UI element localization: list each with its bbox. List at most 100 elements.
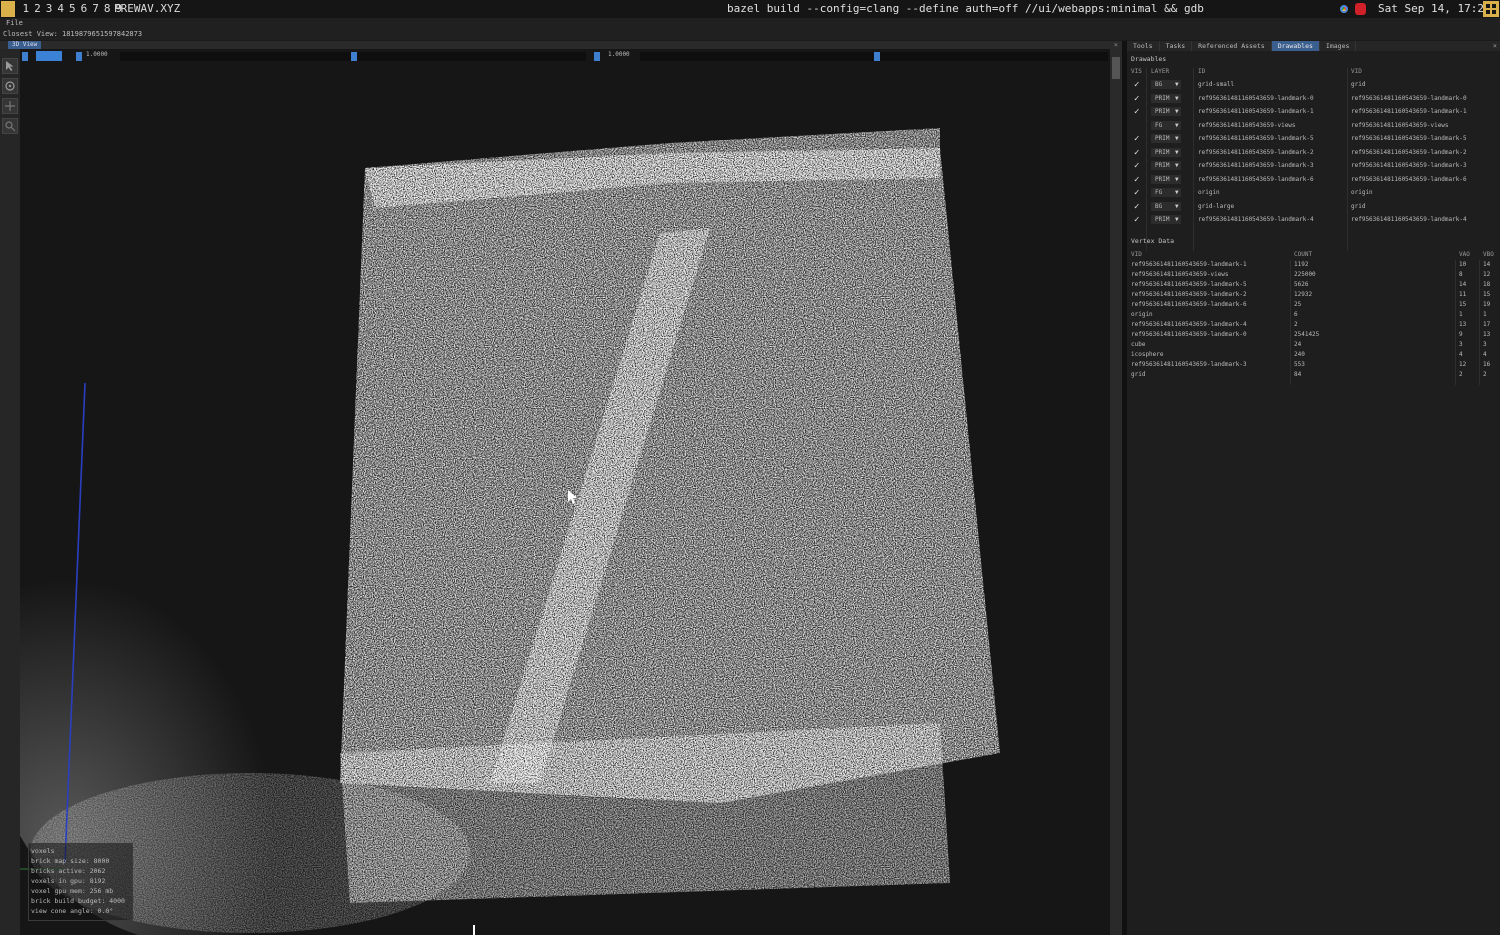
visibility-check-icon[interactable]: ✓: [1134, 188, 1139, 198]
drawable-vid: ref956361481160543659-landmark-6: [1351, 175, 1467, 183]
slider-a-handle[interactable]: [351, 52, 357, 61]
visibility-check-icon[interactable]: ✓: [1134, 94, 1139, 104]
workspace-6[interactable]: 6: [78, 1, 90, 17]
drawable-row[interactable]: ✓ PRIM ▼ ref956361481160543659-landmark-5 re…: [1129, 132, 1498, 146]
chevron-down-icon[interactable]: ▼: [1175, 134, 1179, 143]
drawable-row[interactable]: ✓ PRIM ▼ ref956361481160543659-landmark-4 re…: [1129, 213, 1498, 227]
vertex-vbo: 3: [1483, 341, 1487, 348]
orbit-tool-icon[interactable]: [2, 78, 18, 94]
menu-file[interactable]: File: [6, 18, 23, 29]
tool-strip: [0, 49, 20, 935]
drawable-row[interactable]: ✓ PRIM ▼ ref956361481160543659-landmark-3 re…: [1129, 159, 1498, 173]
3d-viewport[interactable]: [20, 63, 1110, 935]
vertex-vid: origin: [1131, 311, 1153, 318]
drawable-row[interactable]: ✓ PRIM ▼ ref956361481160543659-landmark-6 re…: [1129, 173, 1498, 187]
drawable-vid: grid: [1351, 81, 1366, 88]
chevron-down-icon[interactable]: ▼: [1175, 175, 1179, 184]
vertex-data-title: Vertex Data: [1131, 237, 1175, 245]
vertex-vao: 4: [1459, 351, 1463, 358]
visibility-check-icon[interactable]: ✓: [1134, 175, 1139, 185]
visibility-check-icon[interactable]: ✓: [1134, 161, 1139, 171]
col-id: ID: [1198, 68, 1206, 75]
select-tool-icon[interactable]: [2, 58, 18, 74]
tab-tools[interactable]: Tools: [1127, 41, 1160, 51]
workspace-2[interactable]: 2: [32, 1, 44, 17]
tab-3d-view[interactable]: 3D View: [8, 41, 42, 49]
col-vid: VID: [1351, 68, 1362, 75]
zoom-tool-icon[interactable]: [2, 118, 18, 134]
vertex-count: 12932: [1294, 291, 1313, 298]
tab-drawables[interactable]: Drawables: [1271, 41, 1320, 51]
chevron-down-icon[interactable]: ▼: [1175, 188, 1179, 197]
pan-tool-icon[interactable]: [2, 98, 18, 114]
drawable-row[interactable]: ✓ PRIM ▼ ref956361481160543659-landmark-2 re…: [1129, 146, 1498, 160]
vertex-vbo: 15: [1483, 291, 1491, 298]
status-line: Closest View: 1819879651597842873: [0, 29, 1500, 40]
mode-handle[interactable]: [22, 52, 28, 61]
visibility-check-icon[interactable]: ✓: [1134, 148, 1139, 158]
view-close-button[interactable]: ×: [1114, 41, 1118, 49]
drawable-vid: ref956361481160543659-landmark-5: [1351, 135, 1467, 142]
chevron-down-icon[interactable]: ▼: [1175, 80, 1179, 89]
visibility-check-icon[interactable]: ✓: [1134, 80, 1139, 90]
vertex-count: 2: [1294, 321, 1298, 328]
menu-icon[interactable]: [1, 1, 15, 17]
tab-images[interactable]: Images: [1320, 41, 1357, 51]
drawable-row[interactable]: ✓ FG ▼ origin origin: [1129, 186, 1498, 200]
vertex-row: icosphere 240 4 4: [1129, 350, 1498, 360]
vertex-vao: 12: [1459, 361, 1467, 368]
vertex-row: ref956361481160543659-views 225000 8 12: [1129, 270, 1498, 280]
slider-b-handle[interactable]: [874, 52, 880, 61]
view-mode-button[interactable]: [36, 51, 62, 61]
drawable-id: ref956361481160543659-landmark-6: [1198, 175, 1314, 183]
view-scroll-thumb[interactable]: [1112, 57, 1120, 79]
vertex-count: 2541425: [1294, 331, 1320, 338]
workspace-7[interactable]: 7: [90, 1, 102, 17]
chevron-down-icon[interactable]: ▼: [1175, 148, 1179, 157]
vertex-vid: ref956361481160543659-landmark-2: [1131, 291, 1247, 298]
drawable-vid: ref956361481160543659-landmark-1: [1351, 108, 1467, 115]
drawable-row[interactable]: ✓ BG ▼ grid-small grid: [1129, 78, 1498, 92]
drawable-row[interactable]: FG ▼ ref956361481160543659-views ref9563614…: [1129, 119, 1498, 133]
structure-right-face: [670, 148, 1000, 803]
inspector-close-button[interactable]: ×: [1493, 41, 1497, 51]
vertex-vbo: 19: [1483, 301, 1491, 308]
visibility-check-icon[interactable]: ✓: [1134, 134, 1139, 144]
workspace-5[interactable]: 5: [67, 1, 79, 17]
visibility-check-icon[interactable]: ✓: [1134, 107, 1139, 117]
slider-b-start-handle[interactable]: [594, 52, 600, 61]
drawable-row[interactable]: ✓ PRIM ▼ ref956361481160543659-landmark-0 re…: [1129, 92, 1498, 106]
point-cloud-render: [20, 128, 1000, 935]
chrome-icon[interactable]: [1337, 2, 1351, 16]
chevron-down-icon[interactable]: ▼: [1175, 107, 1179, 116]
inspector-tabs: Tools Tasks Referenced Assets Drawables …: [1127, 41, 1500, 51]
tab-referenced-assets[interactable]: Referenced Assets: [1192, 41, 1272, 51]
drawable-row[interactable]: ✓ PRIM ▼ ref956361481160543659-landmark-1 re…: [1129, 105, 1498, 119]
slider-a-start-handle[interactable]: [76, 52, 82, 61]
vertex-vao: 9: [1459, 331, 1463, 338]
vertex-vao: 13: [1459, 321, 1467, 328]
chevron-down-icon[interactable]: ▼: [1175, 121, 1179, 130]
drawable-vid: origin: [1351, 189, 1373, 196]
drawable-row[interactable]: ✓ BG ▼ grid-large grid: [1129, 200, 1498, 214]
chevron-down-icon[interactable]: ▼: [1175, 161, 1179, 170]
workspace-8[interactable]: 8: [101, 1, 113, 17]
visibility-check-icon[interactable]: ✓: [1134, 215, 1139, 225]
visibility-check-icon[interactable]: ✓: [1134, 202, 1139, 212]
vertex-row: ref956361481160543659-landmark-3 553 12 16: [1129, 360, 1498, 370]
vertex-row: ref956361481160543659-landmark-1 1192 10 14: [1129, 260, 1498, 270]
chevron-down-icon[interactable]: ▼: [1175, 94, 1179, 103]
vertex-row: ref956361481160543659-landmark-4 2 13 17: [1129, 320, 1498, 330]
workspace-1[interactable]: 1: [20, 1, 32, 17]
tab-tasks[interactable]: Tasks: [1160, 41, 1193, 51]
red-app-icon[interactable]: [1355, 3, 1366, 15]
workspace-3[interactable]: 3: [43, 1, 55, 17]
vertex-vid: ref956361481160543659-landmark-5: [1131, 281, 1247, 288]
workspace-4[interactable]: 4: [55, 1, 67, 17]
col-layer: LAYER: [1151, 68, 1170, 75]
layout-icon[interactable]: [1483, 1, 1499, 17]
chevron-down-icon[interactable]: ▼: [1175, 215, 1179, 224]
chevron-down-icon[interactable]: ▼: [1175, 202, 1179, 211]
view-scrollbar[interactable]: [1110, 49, 1122, 935]
drawable-id: ref956361481160543659-landmark-1: [1198, 108, 1314, 115]
